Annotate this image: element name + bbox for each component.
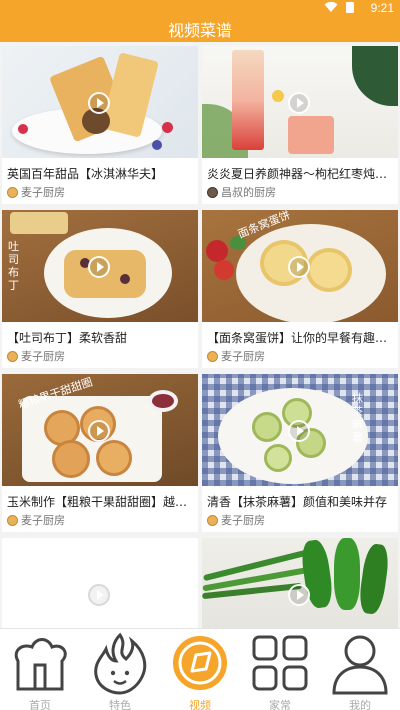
bottom-nav: 首页 特色 视频 家常 我的 (0, 628, 400, 710)
video-card[interactable]: 粗粮果干甜甜圈 玉米制作【粗粮干果甜甜圈】越嚼… 麦子厨房 (2, 374, 198, 532)
play-icon (88, 92, 110, 114)
video-title: 玉米制作【粗粮干果甜甜圈】越嚼… (7, 495, 193, 509)
flame-icon (94, 632, 147, 695)
thumbnail-caption: 吐司布丁 (8, 240, 19, 292)
play-icon (88, 420, 110, 442)
author-name: 麦子厨房 (221, 514, 265, 527)
author-avatar (7, 514, 18, 526)
grid-icon (252, 635, 308, 691)
video-thumbnail[interactable] (2, 46, 198, 158)
video-card[interactable]: 炎炎夏日养颜神器～枸杞红枣炖雪… 昌叔的厨房 (202, 46, 398, 204)
tab-label: 特色 (109, 699, 131, 710)
play-icon (288, 420, 310, 442)
author-name: 麦子厨房 (221, 350, 265, 363)
video-grid: 英国百年甜品【冰淇淋华夫】 麦子厨房 炎炎夏日养颜神器～枸杞红枣炖雪… 昌叔的厨… (0, 46, 400, 628)
video-thumbnail[interactable]: 粗粮果干甜甜圈 (2, 374, 198, 486)
play-icon (288, 584, 310, 606)
video-card[interactable] (2, 538, 198, 628)
thumbnail-caption: 抹茶麻薯 (352, 392, 363, 444)
video-thumbnail[interactable]: 吐司布丁 (2, 210, 198, 322)
video-thumbnail[interactable]: 抹茶麻薯 (202, 374, 398, 486)
tab-featured[interactable]: 特色 (80, 629, 160, 710)
author-name: 昌叔的厨房 (221, 186, 276, 199)
video-title: 炎炎夏日养颜神器～枸杞红枣炖雪… (207, 167, 393, 181)
author-avatar (207, 514, 218, 526)
tab-label: 家常 (269, 699, 291, 710)
tab-video[interactable]: 视频 (160, 629, 240, 710)
video-thumbnail[interactable] (2, 538, 198, 628)
tab-label: 首页 (29, 699, 51, 710)
author-name: 麦子厨房 (21, 186, 65, 199)
author-avatar (7, 186, 18, 198)
play-icon (88, 256, 110, 278)
page-title: 视频菜谱 (167, 21, 232, 40)
author-avatar (207, 186, 218, 198)
video-card[interactable]: 面条窝蛋饼 【面条窝蛋饼】让你的早餐有趣又… 麦子厨房 (202, 210, 398, 368)
author-name: 麦子厨房 (21, 350, 65, 363)
video-icon (173, 636, 227, 690)
video-author: 麦子厨房 (7, 348, 65, 364)
status-bar: 9:21 (0, 0, 400, 16)
video-author: 麦子厨房 (207, 348, 265, 364)
video-title: 英国百年甜品【冰淇淋华夫】 (7, 167, 164, 181)
status-time: 9:21 (370, 1, 394, 15)
play-icon (288, 92, 310, 114)
play-icon (288, 256, 310, 278)
video-card[interactable]: 英国百年甜品【冰淇淋华夫】 麦子厨房 (2, 46, 198, 204)
tab-label: 视频 (189, 699, 211, 710)
video-author: 麦子厨房 (7, 512, 65, 528)
video-author: 昌叔的厨房 (207, 184, 276, 200)
video-card[interactable] (202, 538, 398, 628)
video-thumbnail[interactable]: 面条窝蛋饼 (202, 210, 398, 322)
video-title: 【面条窝蛋饼】让你的早餐有趣又… (207, 331, 393, 345)
home-icon (14, 638, 67, 691)
author-name: 麦子厨房 (21, 514, 65, 527)
video-author: 麦子厨房 (207, 512, 265, 528)
author-avatar (7, 350, 18, 362)
battery-icon (346, 2, 354, 13)
wifi-icon (324, 1, 338, 16)
video-card[interactable]: 吐司布丁 【吐司布丁】柔软香甜 麦子厨房 (2, 210, 198, 368)
tab-label: 我的 (349, 699, 371, 710)
video-thumbnail[interactable] (202, 46, 398, 158)
author-avatar (207, 350, 218, 362)
play-icon (88, 584, 110, 606)
video-card[interactable]: 抹茶麻薯 清香【抹茶麻薯】颜值和美味并存 麦子厨房 (202, 374, 398, 532)
video-thumbnail[interactable] (202, 538, 398, 628)
tab-family[interactable]: 家常 (240, 629, 320, 710)
user-icon (332, 635, 388, 695)
tab-home[interactable]: 首页 (0, 629, 80, 710)
app-header: 9:21 视频菜谱 (0, 0, 400, 42)
video-author: 麦子厨房 (7, 184, 65, 200)
tab-mine[interactable]: 我的 (320, 629, 400, 710)
video-title: 清香【抹茶麻薯】颜值和美味并存 (207, 495, 388, 509)
video-title: 【吐司布丁】柔软香甜 (7, 331, 128, 345)
